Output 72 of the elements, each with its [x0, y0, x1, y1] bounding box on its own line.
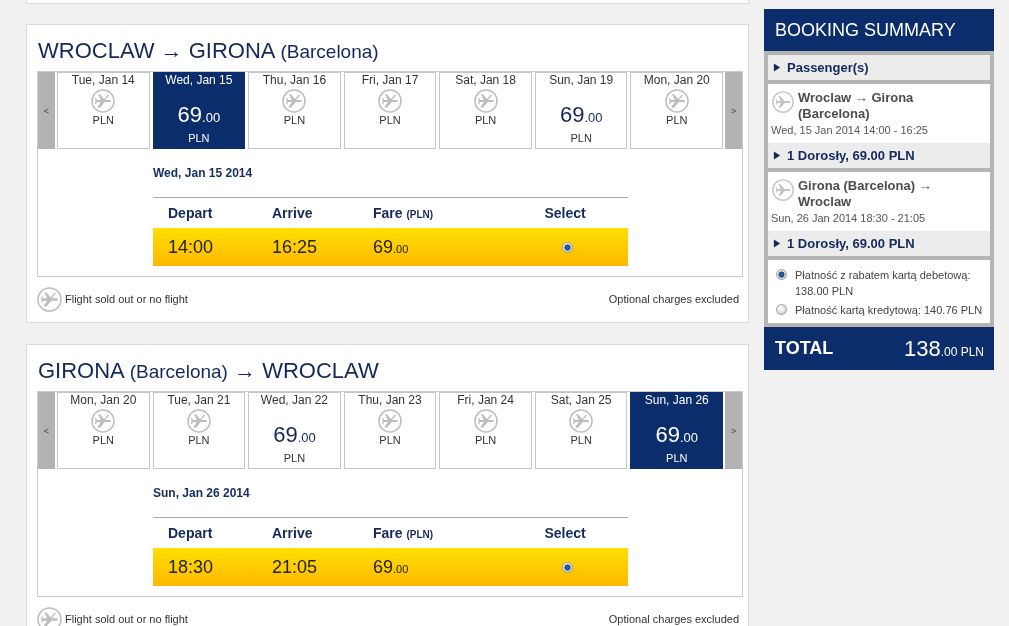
journey-title: GIRONA (Barcelona) → WROCLAW [38, 357, 380, 385]
radio-button[interactable] [776, 269, 787, 280]
crossed-plane-icon [569, 409, 594, 433]
plane-icon [772, 179, 794, 201]
date-tab[interactable]: Thu, Jan 23 PLN [343, 392, 437, 469]
crossed-plane-icon [282, 89, 307, 113]
journey-title: WROCLAW → GIRONA (Barcelona) [38, 37, 380, 65]
segment-time: Sun, 26 Jan 2014 18:30 - 21:05 [771, 212, 927, 225]
table-cell-text: 21:05 [272, 556, 319, 578]
table-cell-text: 18:30 [168, 556, 215, 578]
total-amount: 138.00 PLN [903, 335, 984, 362]
column-header: Depart [168, 204, 214, 222]
charges-note: Optional charges excluded [608, 613, 739, 625]
crossed-plane-icon [91, 409, 116, 433]
fare-toggle[interactable]: 1 Dorosły, 69.00 PLN [768, 231, 990, 256]
date-tab[interactable]: Fri, Jan 17 PLN [343, 72, 437, 149]
table-cell-text: 14:00 [168, 236, 215, 258]
date-tab[interactable]: Mon, Jan 20 PLN [57, 392, 150, 469]
segment-time: Wed, 15 Jan 2014 14:00 - 16:25 [771, 124, 929, 137]
previous-button[interactable]: < [38, 392, 55, 469]
column-header: Depart [168, 524, 214, 542]
date-heading: Sun, Jan 26 2014 [153, 485, 251, 501]
date-tab[interactable]: Wed, Jan 22 69.00 PLN [248, 392, 341, 469]
column-header: Arrive [272, 204, 314, 222]
column-header: Fare (PLN) [373, 524, 435, 542]
next-button[interactable]: > [725, 72, 743, 149]
crossed-plane-icon [473, 409, 498, 433]
date-heading: Wed, Jan 15 2014 [153, 165, 254, 181]
total-label: TOTAL [775, 338, 834, 359]
previous-button[interactable]: < [38, 72, 55, 149]
legend-text: Flight sold out or no flight [65, 613, 188, 625]
date-tab[interactable]: Sat, Jan 18 PLN [439, 72, 532, 149]
crossed-plane-icon [378, 89, 402, 113]
crossed-plane-icon [473, 89, 498, 113]
payment-label: Płatność z rabatem kartą debetową: 138.00 PLN [795, 268, 972, 299]
legend-text: Flight sold out or no flight [65, 293, 188, 305]
date-tab[interactable]: Mon, Jan 20 PLN [630, 72, 724, 149]
crossed-plane-icon [37, 606, 62, 626]
date-tab[interactable]: Thu, Jan 16 PLN [248, 72, 341, 149]
table-cell-text: 16:25 [272, 236, 319, 258]
route-title: Girona (Barcelona) → Wroclaw [798, 178, 933, 210]
column-header: Fare (PLN) [373, 204, 435, 222]
crossed-plane-icon [37, 286, 62, 312]
charges-note: Optional charges excluded [608, 293, 739, 305]
next-button[interactable]: > [725, 392, 743, 469]
radio-button[interactable] [561, 561, 573, 573]
date-tab[interactable]: Sun, Jan 19 69.00 PLN [534, 72, 628, 149]
date-tab[interactable]: Fri, Jan 24 PLN [439, 392, 532, 469]
flight-row[interactable]: 18:30 21:05 69.00 [153, 548, 628, 586]
summary-title: BOOKING SUMMARY [764, 9, 994, 51]
table-cell-text: 69.00 [373, 236, 410, 258]
table-cell-text: 69.00 [373, 556, 410, 578]
column-header: Select [544, 204, 586, 222]
date-tab[interactable]: Wed, Jan 15 69.00 PLN [152, 72, 246, 149]
date-tab[interactable]: Sat, Jan 25 PLN [534, 392, 628, 469]
column-header: Select [544, 524, 586, 542]
date-tab[interactable]: Tue, Jan 21 PLN [152, 392, 246, 469]
crossed-plane-icon [664, 89, 689, 113]
fare-toggle[interactable]: 1 Dorosły, 69.00 PLN [768, 143, 990, 168]
payment-label: Płatność kartą kredytową: 140.76 PLN [795, 303, 984, 318]
passengers-toggle[interactable]: Passenger(s) [768, 55, 990, 80]
date-tab[interactable]: Tue, Jan 14 PLN [57, 72, 150, 149]
route-title: Wroclaw → Girona (Barcelona) [798, 90, 915, 122]
plane-icon [772, 91, 794, 113]
crossed-plane-icon [186, 409, 211, 433]
crossed-plane-icon [91, 89, 116, 113]
crossed-plane-icon [378, 409, 402, 433]
column-header: Arrive [272, 524, 314, 542]
flight-row[interactable]: 14:00 16:25 69.00 [153, 228, 628, 266]
radio-button[interactable] [776, 304, 787, 315]
radio-button[interactable] [561, 241, 573, 253]
date-tab[interactable]: Sun, Jan 26 69.00 PLN [630, 392, 724, 469]
